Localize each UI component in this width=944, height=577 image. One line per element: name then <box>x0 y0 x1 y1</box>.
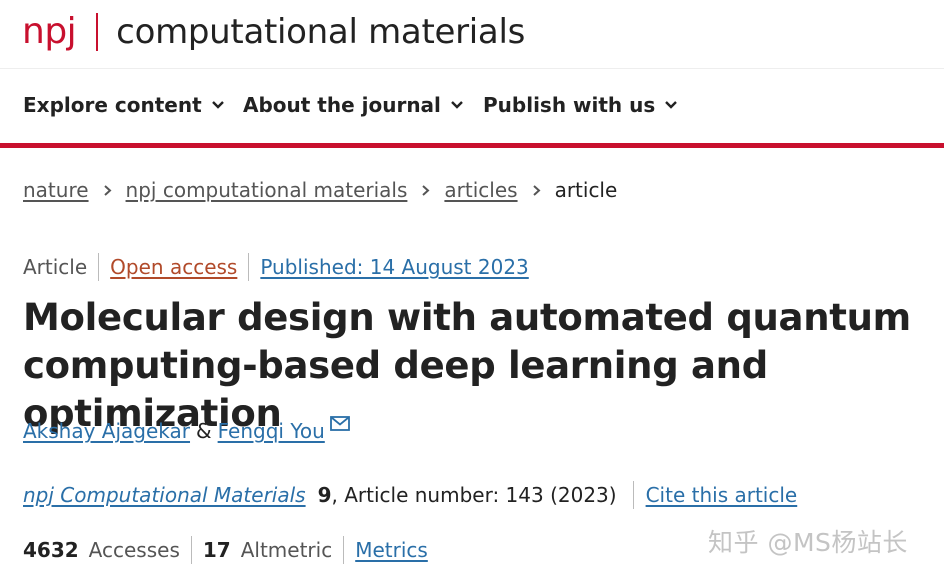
metrics-divider <box>343 536 345 564</box>
author-separator: & <box>196 419 212 443</box>
nav-item-label: Publish with us <box>483 93 656 117</box>
chevron-right-icon <box>103 184 112 197</box>
nav-item-label: About the journal <box>243 93 441 117</box>
main-nav: Explore content About the journal Publis… <box>0 69 944 143</box>
breadcrumb-journal[interactable]: npj computational materials <box>126 178 408 202</box>
article-metrics: 4632 Accesses 17 Altmetric Metrics <box>23 536 428 564</box>
nav-item-label: Explore content <box>23 93 202 117</box>
journal-logo[interactable]: npj computational materials <box>22 10 525 54</box>
breadcrumb-nature[interactable]: nature <box>23 178 89 202</box>
envelope-icon[interactable] <box>329 415 350 431</box>
breadcrumb: nature npj computational materials artic… <box>23 178 617 202</box>
journal-link[interactable]: npj Computational Materials <box>23 483 306 507</box>
chevron-right-icon <box>421 184 430 197</box>
author-list: Akshay Ajagekar & Fengqi You <box>23 415 350 443</box>
metrics-divider <box>190 536 192 564</box>
site-header: npj computational materials <box>0 0 944 69</box>
meta-divider <box>248 253 250 281</box>
author-link[interactable]: Akshay Ajagekar <box>23 419 190 443</box>
author-link[interactable]: Fengqi You <box>218 419 325 443</box>
chevron-down-icon <box>450 100 464 110</box>
logo-journal-name: computational materials <box>116 12 526 52</box>
breadcrumb-articles[interactable]: articles <box>444 178 517 202</box>
citation-divider <box>632 481 634 509</box>
open-access-link[interactable]: Open access <box>110 255 237 279</box>
published-date-link[interactable]: Published: 14 August 2023 <box>260 255 528 279</box>
watermark: 知乎 @MS杨站长 <box>708 528 908 557</box>
chevron-right-icon <box>532 184 541 197</box>
altmetric-label: Altmetric <box>240 538 333 562</box>
chevron-down-icon <box>211 100 225 110</box>
logo-divider <box>96 13 99 51</box>
altmetric-count: 17 <box>202 538 231 562</box>
article-number: , Article number: 143 (2023) <box>331 483 617 507</box>
volume-number: 9 <box>317 483 332 507</box>
chevron-down-icon <box>664 100 678 110</box>
meta-divider <box>98 253 100 281</box>
accesses-label: Accesses <box>88 538 180 562</box>
article-type: Article <box>23 255 88 279</box>
article-title: Molecular design with automated quantum … <box>23 296 911 435</box>
citation-line: npj Computational Materials 9 , Article … <box>23 481 797 509</box>
article-meta: Article Open access Published: 14 August… <box>23 253 529 281</box>
metrics-link[interactable]: Metrics <box>355 538 428 562</box>
breadcrumb-current: article <box>554 178 618 202</box>
accesses-count: 4632 <box>23 538 79 562</box>
nav-publish-with-us[interactable]: Publish with us <box>483 93 678 117</box>
nav-explore-content[interactable]: Explore content <box>23 93 225 117</box>
cite-article-link[interactable]: Cite this article <box>646 483 798 507</box>
nav-red-rule <box>0 143 944 148</box>
nav-about-journal[interactable]: About the journal <box>243 93 464 117</box>
logo-npj: npj <box>22 11 77 52</box>
